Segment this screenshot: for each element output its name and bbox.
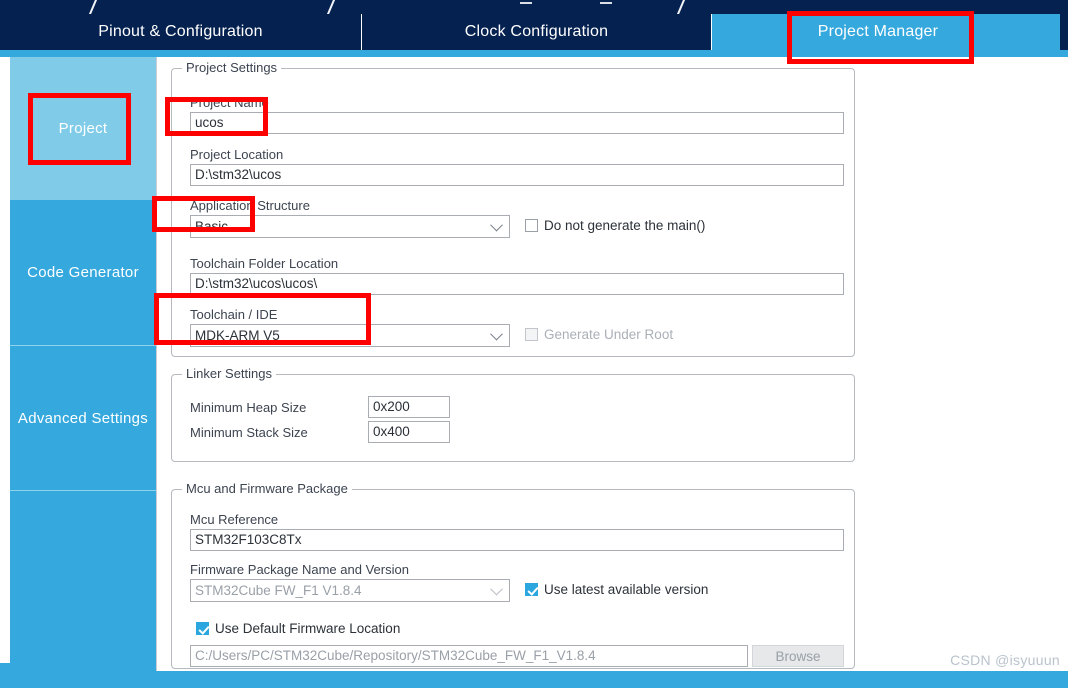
use-latest-available-version-checkbox-row[interactable]: Use latest available version bbox=[525, 582, 708, 597]
checkbox-icon[interactable] bbox=[525, 219, 538, 232]
tabbar-endcap bbox=[1060, 14, 1068, 50]
linker-settings-group: Linker Settings Minimum Heap Size 0x200 … bbox=[171, 366, 855, 462]
mcu-reference-input[interactable]: STM32F103C8Tx bbox=[190, 529, 844, 551]
tab-clock-configuration-label: Clock Configuration bbox=[464, 23, 609, 40]
toolchain-ide-select[interactable]: MDK-ARM V5 bbox=[190, 324, 510, 347]
toolchain-ide-value: MDK-ARM V5 bbox=[195, 328, 280, 343]
project-name-label: Project Name bbox=[190, 95, 269, 110]
minimum-heap-size-input[interactable]: 0x200 bbox=[368, 396, 450, 418]
toolchain-folder-location-label: Toolchain Folder Location bbox=[190, 256, 339, 271]
chevron-down-icon bbox=[490, 582, 503, 595]
application-structure-label: Application Structure bbox=[190, 198, 310, 213]
linker-settings-legend: Linker Settings bbox=[182, 366, 276, 381]
tab-pinout-configuration-label: Pinout & Configuration bbox=[98, 23, 263, 40]
tab-pinout-configuration[interactable]: Pinout & Configuration bbox=[0, 14, 362, 50]
sidebar-item-advanced-settings-label: Advanced Settings bbox=[17, 409, 149, 427]
mcu-firmware-package-legend: Mcu and Firmware Package bbox=[182, 481, 352, 496]
do-not-generate-main-label: Do not generate the main() bbox=[544, 218, 706, 233]
sidebar-item-code-generator[interactable]: Code Generator bbox=[10, 200, 156, 345]
project-location-label: Project Location bbox=[190, 147, 284, 162]
tabbar-underline bbox=[0, 50, 1068, 57]
browse-button[interactable]: Browse bbox=[752, 645, 844, 667]
minimum-stack-size-input[interactable]: 0x400 bbox=[368, 421, 450, 443]
tabbar-spacer-left bbox=[712, 14, 762, 50]
toolchain-folder-location-input[interactable]: D:\stm32\ucos\ucos\ bbox=[190, 273, 844, 295]
checkbox-checked-icon[interactable] bbox=[525, 583, 538, 596]
use-default-firmware-location-label: Use Default Firmware Location bbox=[215, 621, 401, 636]
tab-clock-configuration[interactable]: Clock Configuration bbox=[362, 14, 712, 50]
sidebar-item-code-generator-label: Code Generator bbox=[27, 264, 139, 281]
chevron-down-icon bbox=[490, 327, 503, 340]
window-top-strip bbox=[0, 0, 1068, 14]
status-bar bbox=[0, 663, 1068, 688]
generate-under-root-checkbox-row: Generate Under Root bbox=[525, 327, 673, 342]
left-navigation: Project Code Generator Advanced Settings bbox=[10, 57, 156, 671]
tabbar-spacer-right bbox=[994, 14, 1060, 50]
project-location-input[interactable]: D:\stm32\ucos bbox=[190, 164, 844, 186]
mcu-reference-label: Mcu Reference bbox=[190, 512, 279, 527]
mcu-firmware-package-group: Mcu and Firmware Package Mcu Reference S… bbox=[171, 481, 855, 669]
firmware-package-label: Firmware Package Name and Version bbox=[190, 562, 409, 577]
checkbox-checked-icon[interactable] bbox=[196, 622, 209, 635]
generate-under-root-label: Generate Under Root bbox=[544, 327, 674, 342]
sidebar-item-project-label: Project bbox=[58, 120, 108, 137]
content-pane: Project Settings Project Name ucos Proje… bbox=[156, 57, 1068, 671]
status-bar-notch bbox=[0, 663, 30, 671]
app-window: Pinout & Configuration Clock Configurati… bbox=[0, 0, 1068, 688]
do-not-generate-main-checkbox-row[interactable]: Do not generate the main() bbox=[525, 218, 705, 233]
project-name-input[interactable]: ucos bbox=[190, 112, 844, 134]
minimum-heap-size-label: Minimum Heap Size bbox=[190, 400, 307, 415]
application-structure-value: Basic bbox=[195, 219, 229, 234]
chevron-down-icon bbox=[490, 218, 503, 231]
application-structure-select[interactable]: Basic bbox=[190, 215, 510, 238]
use-default-firmware-location-checkbox-row[interactable]: Use Default Firmware Location bbox=[196, 621, 400, 636]
sidebar-item-empty[interactable] bbox=[10, 490, 156, 671]
firmware-package-select[interactable]: STM32Cube FW_F1 V1.8.4 bbox=[190, 579, 510, 602]
firmware-location-path-input[interactable]: C:/Users/PC/STM32Cube/Repository/STM32Cu… bbox=[190, 645, 748, 667]
project-settings-group: Project Settings Project Name ucos Proje… bbox=[171, 60, 855, 357]
main-tabbar: Pinout & Configuration Clock Configurati… bbox=[0, 14, 1068, 50]
use-latest-available-version-label: Use latest available version bbox=[544, 582, 709, 597]
sidebar-item-project[interactable]: Project bbox=[10, 57, 156, 200]
checkbox-icon bbox=[525, 328, 538, 341]
sidebar-item-advanced-settings[interactable]: Advanced Settings bbox=[10, 345, 156, 490]
watermark: CSDN @isyuuun bbox=[950, 652, 1060, 668]
project-settings-legend: Project Settings bbox=[182, 60, 282, 75]
tab-project-manager[interactable]: Project Manager bbox=[762, 14, 994, 50]
firmware-package-value: STM32Cube FW_F1 V1.8.4 bbox=[195, 583, 362, 598]
minimum-stack-size-label: Minimum Stack Size bbox=[190, 425, 308, 440]
toolchain-ide-label: Toolchain / IDE bbox=[190, 307, 278, 322]
tab-project-manager-label: Project Manager bbox=[817, 23, 939, 40]
